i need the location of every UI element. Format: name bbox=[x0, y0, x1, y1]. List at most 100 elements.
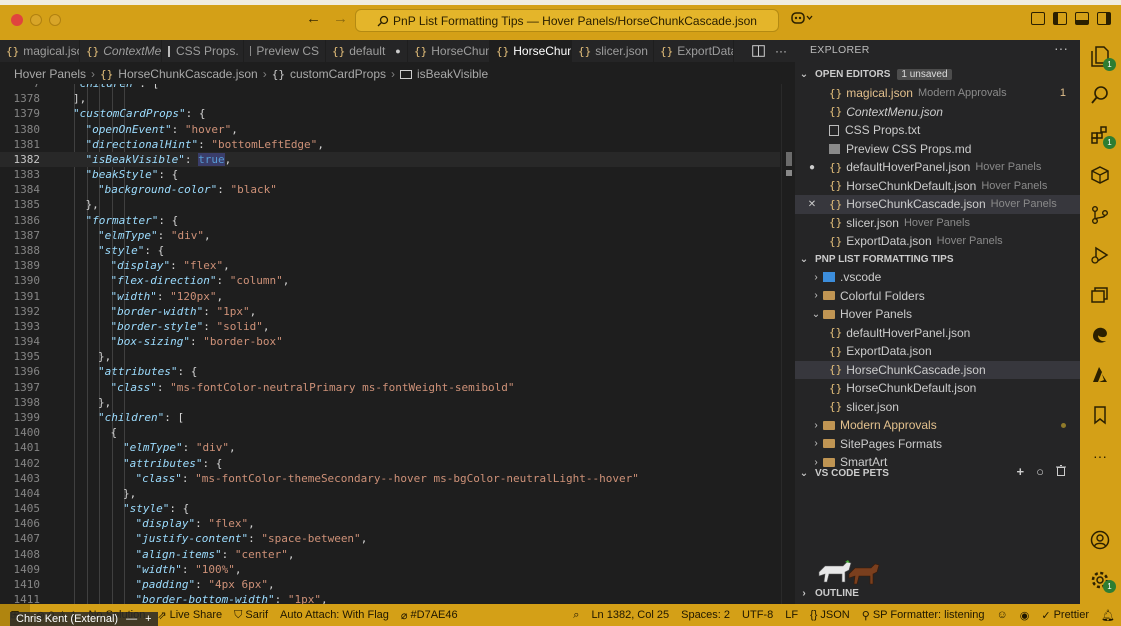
tree-folder-item[interactable]: › Modern Approvals bbox=[795, 416, 1080, 435]
tab-defaulthoverpanel-json[interactable]: {} default ● bbox=[326, 40, 408, 62]
code-line[interactable]: 1406 "display": "flex", bbox=[0, 516, 780, 531]
code-line[interactable]: 1389 "display": "flex", bbox=[0, 258, 780, 273]
open-editor-item[interactable]: Preview CSS Props.md bbox=[795, 140, 1080, 159]
code-line[interactable]: 1407 "justify-content": "space-between", bbox=[0, 531, 780, 546]
tree-file-item[interactable]: {} defaultHoverPanel.json bbox=[795, 324, 1080, 343]
tree-file-item[interactable]: {} ExportData.json bbox=[795, 342, 1080, 361]
eol-status[interactable]: LF bbox=[779, 609, 804, 621]
tree-file-item[interactable]: {} HorseChunkDefault.json bbox=[795, 379, 1080, 398]
code-line[interactable]: 1388 "style": { bbox=[0, 243, 780, 258]
open-editor-item[interactable]: ✕{} HorseChunkCascade.json Hover Panels bbox=[795, 195, 1080, 214]
tree-file-item[interactable]: {} slicer.json bbox=[795, 398, 1080, 417]
remote-explorer-icon[interactable] bbox=[1089, 285, 1111, 307]
breadcrumb-property[interactable]: isBeakVisible bbox=[417, 67, 488, 81]
toggle-secondary-sidebar-icon[interactable] bbox=[1097, 12, 1111, 25]
open-editor-item[interactable]: CSS Props.txt bbox=[795, 121, 1080, 140]
project-header[interactable]: ⌄ PNP LIST FORMATTING TIPS bbox=[795, 250, 1080, 268]
breadcrumb-symbol[interactable]: customCardProps bbox=[290, 67, 386, 81]
package-icon[interactable] bbox=[1089, 165, 1111, 187]
copilot-status-icon[interactable]: ☺ bbox=[991, 609, 1014, 621]
code-line[interactable]: 1408 "align-items": "center", bbox=[0, 547, 780, 562]
unsaved-dot-icon[interactable]: ● bbox=[795, 162, 829, 173]
live-share-button[interactable]: ⇗ Live Share bbox=[151, 609, 228, 622]
bookmark-icon[interactable] bbox=[1089, 405, 1111, 427]
tab-css-props-txt[interactable]: CSS Props. bbox=[162, 40, 244, 62]
code-line[interactable]: 1409 "width": "100%", bbox=[0, 562, 780, 577]
tab-slicer-json[interactable]: {} slicer.json bbox=[572, 40, 654, 62]
chevron-right-icon[interactable]: › bbox=[809, 457, 823, 468]
code-line[interactable]: 1394 "box-sizing": "border-box" bbox=[0, 334, 780, 349]
code-line[interactable]: 1392 "border-width": "1px", bbox=[0, 304, 780, 319]
unsaved-dot-icon[interactable]: ● bbox=[395, 46, 400, 56]
back-arrow-icon[interactable]: ← bbox=[306, 10, 321, 27]
code-line[interactable]: 1379 "customCardProps": { bbox=[0, 106, 780, 121]
chevron-right-icon[interactable]: › bbox=[809, 420, 823, 431]
tab-magical-json[interactable]: {}magical.json bbox=[0, 40, 80, 62]
outline-header[interactable]: › OUTLINE bbox=[795, 584, 1080, 602]
code-line[interactable]: 1386 "formatter": { bbox=[0, 213, 780, 228]
code-line[interactable]: 1391 "width": "120px", bbox=[0, 289, 780, 304]
tree-file-item[interactable]: {} HorseChunkCascade.json bbox=[795, 360, 1080, 379]
more-views-icon[interactable]: ··· bbox=[1089, 445, 1111, 467]
code-line[interactable]: 1378], bbox=[0, 91, 780, 106]
maximize-window-button[interactable] bbox=[49, 14, 61, 26]
more-actions-icon[interactable]: ··· bbox=[775, 44, 787, 58]
code-line[interactable]: 1382 "isBeakVisible": true, bbox=[0, 151, 780, 167]
chevron-right-icon[interactable]: › bbox=[809, 272, 823, 283]
tree-folder-item[interactable]: ⌄ Hover Panels bbox=[795, 305, 1080, 324]
close-window-button[interactable] bbox=[11, 14, 23, 26]
code-line[interactable]: 1384 "background-color": "black" bbox=[0, 182, 780, 197]
minimize-window-button[interactable] bbox=[30, 14, 42, 26]
open-editor-item[interactable]: {} HorseChunkDefault.json Hover Panels bbox=[795, 177, 1080, 196]
code-line[interactable]: 1398}, bbox=[0, 395, 780, 410]
minimize-line-icon[interactable]: — bbox=[126, 612, 137, 626]
edge-devtools-icon[interactable] bbox=[1089, 325, 1111, 347]
code-line[interactable]: 1396 "attributes": { bbox=[0, 364, 780, 379]
cursor-position[interactable]: Ln 1382, Col 25 bbox=[585, 609, 675, 621]
notifications-bell-icon[interactable]: 🔔︎ bbox=[1095, 609, 1121, 622]
plus-icon[interactable]: + bbox=[145, 612, 151, 626]
chevron-right-icon[interactable]: › bbox=[809, 438, 823, 449]
zoom-search-icon[interactable]: ⌕ bbox=[567, 609, 585, 622]
breadcrumb-file[interactable]: HorseChunkCascade.json bbox=[118, 67, 257, 81]
run-debug-icon[interactable] bbox=[1089, 245, 1111, 267]
toggle-panel-icon[interactable] bbox=[1075, 12, 1089, 25]
tree-folder-item[interactable]: › SmartArt bbox=[795, 453, 1080, 472]
code-line[interactable]: 1410 "padding": "4px 6px", bbox=[0, 577, 780, 592]
tab-horsechunkdefault-json[interactable]: {} HorseChun bbox=[408, 40, 490, 62]
tab-contextmenu-json[interactable]: {}ContextMenu bbox=[80, 40, 162, 62]
command-center-search[interactable]: PnP List Formatting Tips — Hover Panels/… bbox=[355, 9, 779, 32]
code-line[interactable]: 1399 "children": [ bbox=[0, 410, 780, 425]
code-line[interactable]: 1385}, bbox=[0, 197, 780, 212]
tree-folder-item[interactable]: › Colorful Folders bbox=[795, 287, 1080, 306]
close-icon[interactable]: ✕ bbox=[795, 199, 829, 210]
auto-attach-status[interactable]: Auto Attach: With Flag bbox=[274, 609, 395, 621]
encoding-status[interactable]: UTF-8 bbox=[736, 609, 779, 621]
chevron-right-icon[interactable]: › bbox=[809, 290, 823, 301]
code-line[interactable]: 1381 "directionalHint": "bottomLeftEdge", bbox=[0, 137, 780, 152]
tab-horsechunkcascade-json[interactable]: {} HorseChun bbox=[490, 40, 572, 62]
tree-folder-item[interactable]: › .vscode bbox=[795, 268, 1080, 287]
prettier-status[interactable]: ✓ Prettier bbox=[1035, 609, 1095, 622]
code-line[interactable]: 1397 "class": "ms-fontColor-neutralPrimar… bbox=[0, 380, 780, 395]
code-line[interactable]: 1383 "beakStyle": { bbox=[0, 167, 780, 182]
open-editor-item[interactable]: {} magical.json Modern Approvals 1 bbox=[795, 84, 1080, 103]
code-line[interactable]: 1405 "style": { bbox=[0, 501, 780, 516]
forward-arrow-icon[interactable]: → bbox=[333, 10, 348, 27]
sarif-button[interactable]: ⛉ Sarif bbox=[228, 609, 274, 622]
copilot-icon[interactable] bbox=[791, 11, 813, 28]
code-line[interactable]: 1387 "elmType": "div", bbox=[0, 228, 780, 243]
tab-preview-css-props[interactable]: Preview CS bbox=[244, 40, 326, 62]
explorer-more-icon[interactable]: ··· bbox=[1054, 40, 1068, 56]
code-line[interactable]: 1400 { bbox=[0, 425, 780, 440]
code-line[interactable]: 1411 "border-bottom-width": "1px", bbox=[0, 592, 780, 604]
customize-layout-icon[interactable] bbox=[1031, 12, 1045, 25]
open-editor-item[interactable]: {} ContextMenu.json bbox=[795, 103, 1080, 122]
chevron-down-icon[interactable]: ⌄ bbox=[809, 309, 823, 320]
language-mode[interactable]: {} JSON bbox=[804, 609, 856, 621]
tree-folder-item[interactable]: › SitePages Formats bbox=[795, 435, 1080, 454]
tab-exportdata-json[interactable]: {} ExportData bbox=[654, 40, 734, 62]
indentation-status[interactable]: Spaces: 2 bbox=[675, 609, 736, 621]
code-line[interactable]: 1403 "class": "ms-fontColor-themeSecondar… bbox=[0, 471, 780, 486]
open-editors-header[interactable]: ⌄ OPEN EDITORS 1 unsaved bbox=[795, 65, 1080, 83]
